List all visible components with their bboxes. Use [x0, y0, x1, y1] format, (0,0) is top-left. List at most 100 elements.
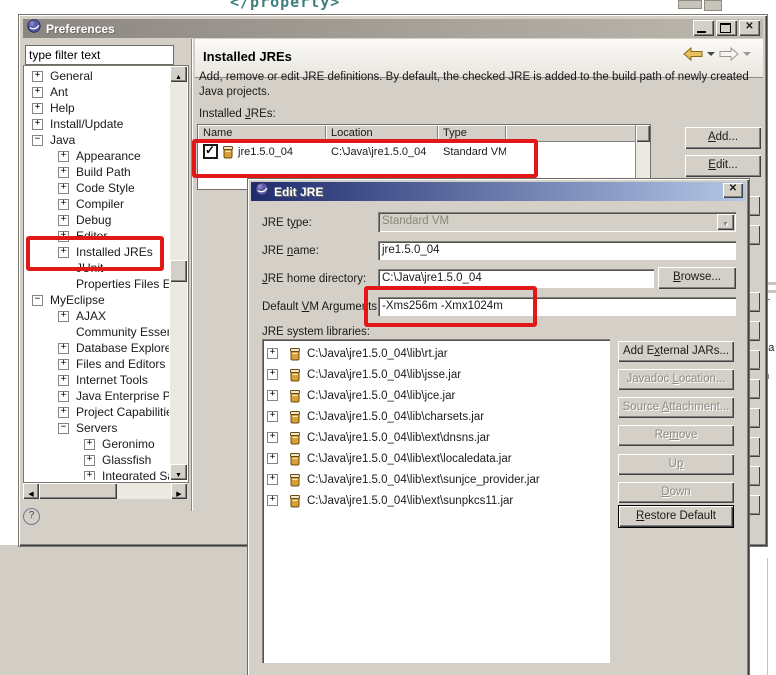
scrollbar-thumb[interactable] [170, 260, 187, 282]
tree-expander-icon[interactable] [267, 474, 278, 485]
scroll-right-icon[interactable] [171, 483, 187, 499]
tree-item-label: Properties Files Editor [76, 277, 169, 291]
tree-expander-icon[interactable] [58, 214, 69, 226]
tree-item-label: Install/Update [50, 117, 124, 131]
tree-item-label: Integrated Sandbox [102, 469, 169, 480]
tree-expander-icon[interactable] [267, 411, 278, 422]
tree-item-glassfish[interactable]: Glassfish [24, 452, 169, 468]
forward-history-dropdown-icon[interactable] [743, 52, 751, 56]
tree-item-compiler[interactable]: Compiler [24, 196, 169, 212]
jar-list-item[interactable]: C:\Java\jre1.5.0_04\lib\ext\sunpkcs11.ja… [262, 490, 610, 511]
jar-list-item[interactable]: C:\Java\jre1.5.0_04\lib\ext\localedata.j… [262, 448, 610, 469]
tree-item-build-path[interactable]: Build Path [24, 164, 169, 180]
filter-input[interactable] [25, 45, 174, 65]
button-remove[interactable]: Remove [618, 425, 734, 446]
tree-item-label: Servers [76, 421, 118, 435]
jre-type-value: Standard VM [382, 215, 450, 227]
tree-item-install-update[interactable]: Install/Update [24, 116, 169, 132]
jar-list-item[interactable]: C:\Java\jre1.5.0_04\lib\ext\dnsns.jar [262, 427, 610, 448]
tree-expander-icon[interactable] [58, 198, 69, 210]
tree-expander-icon[interactable] [32, 134, 43, 146]
edit-jre-button[interactable]: Edit... [685, 155, 761, 177]
tree-item-appearance[interactable]: Appearance [24, 148, 169, 164]
tree-item-properties-files-editor[interactable]: Properties Files Editor [24, 276, 169, 292]
button-restore-default[interactable]: Restore Default [618, 505, 734, 528]
jar-list-item[interactable]: C:\Java\jre1.5.0_04\lib\jsse.jar [262, 364, 610, 385]
tree-expander-icon[interactable] [84, 438, 95, 450]
tree-expander-icon[interactable] [58, 358, 69, 370]
tree-expander-icon[interactable] [267, 390, 278, 401]
installed-jres-label: Installed JREs: [199, 108, 276, 120]
tree-item-project-capabilities[interactable]: Project Capabilities [24, 404, 169, 420]
back-arrow-icon[interactable] [683, 47, 703, 61]
tree-item-java[interactable]: Java [24, 132, 169, 148]
tree-expander-icon[interactable] [32, 294, 43, 306]
scrollbar-thumb[interactable] [39, 483, 117, 499]
tree-item-geronimo[interactable]: Geronimo [24, 436, 169, 452]
add-jre-button[interactable]: Add... [685, 127, 761, 149]
tree-expander-icon[interactable] [267, 453, 278, 464]
tree-expander-spacer [58, 279, 69, 290]
annotation-box-vm-arguments [364, 286, 537, 327]
jar-list-item[interactable]: C:\Java\jre1.5.0_04\lib\jce.jar [262, 385, 610, 406]
button-add-external-jars[interactable]: Add External JARs... [618, 341, 734, 362]
tree-vertical-scrollbar[interactable] [170, 66, 187, 480]
maximize-button[interactable] [716, 20, 737, 36]
tree-expander-icon[interactable] [267, 348, 278, 359]
help-icon[interactable]: ? [23, 508, 40, 525]
preferences-titlebar[interactable]: Preferences [23, 19, 763, 38]
tree-item-internet-tools[interactable]: Internet Tools [24, 372, 169, 388]
tree-item-help[interactable]: Help [24, 100, 169, 116]
tree-expander-icon[interactable] [84, 470, 95, 480]
tree-item-debug[interactable]: Debug [24, 212, 169, 228]
tree-expander-icon[interactable] [58, 422, 69, 434]
tree-item-community-essentials[interactable]: Community Essentials [24, 324, 169, 340]
jre-name-field[interactable]: jre1.5.0_04 [378, 241, 736, 260]
jar-list-item[interactable]: C:\Java\jre1.5.0_04\lib\charsets.jar [262, 406, 610, 427]
forward-arrow-icon[interactable] [719, 47, 739, 61]
tree-item-files-and-editors[interactable]: Files and Editors [24, 356, 169, 372]
scroll-down-icon[interactable] [170, 464, 187, 480]
tree-expander-icon[interactable] [32, 86, 43, 98]
tree-item-java-enterprise-project[interactable]: Java Enterprise Project [24, 388, 169, 404]
button-javadoc-location[interactable]: Javadoc Location... [618, 369, 734, 390]
jar-list-item[interactable]: C:\Java\jre1.5.0_04\lib\rt.jar [262, 343, 610, 364]
tree-expander-icon[interactable] [32, 102, 43, 114]
tree-expander-icon[interactable] [32, 70, 43, 82]
jar-list-item[interactable]: C:\Java\jre1.5.0_04\lib\ext\sunjce_provi… [262, 469, 610, 490]
tree-item-general[interactable]: General [24, 68, 169, 84]
scroll-up-icon[interactable] [170, 66, 187, 82]
tree-item-servers[interactable]: Servers [24, 420, 169, 436]
button-source-attachment[interactable]: Source Attachment... [618, 397, 734, 418]
back-history-dropdown-icon[interactable] [707, 52, 715, 56]
tree-item-ant[interactable]: Ant [24, 84, 169, 100]
tree-expander-icon[interactable] [58, 342, 69, 354]
tree-expander-icon[interactable] [267, 432, 278, 443]
tree-item-integrated-sandbox[interactable]: Integrated Sandbox [24, 468, 169, 480]
browse-button[interactable]: Browse... [658, 267, 736, 289]
button-down[interactable]: Down [618, 482, 734, 503]
tree-expander-icon[interactable] [32, 118, 43, 130]
scroll-left-icon[interactable] [23, 483, 39, 499]
tree-expander-icon[interactable] [58, 182, 69, 194]
edit-jre-titlebar[interactable]: Edit JRE [251, 182, 746, 201]
tree-expander-icon[interactable] [58, 374, 69, 386]
tree-expander-icon[interactable] [58, 406, 69, 418]
tree-expander-icon[interactable] [267, 495, 278, 506]
button-up[interactable]: Up [618, 454, 734, 475]
tree-expander-icon[interactable] [58, 310, 69, 322]
tree-expander-icon[interactable] [267, 369, 278, 380]
tree-item-myeclipse[interactable]: MyEclipse [24, 292, 169, 308]
tree-expander-icon[interactable] [84, 454, 95, 466]
close-button[interactable] [739, 20, 760, 36]
tree-item-ajax[interactable]: AJAX [24, 308, 169, 324]
minimize-button[interactable] [693, 20, 714, 36]
tree-expander-icon[interactable] [58, 150, 69, 162]
tree-horizontal-scrollbar[interactable] [23, 483, 187, 499]
jar-path-label: C:\Java\jre1.5.0_04\lib\jce.jar [307, 389, 456, 402]
tree-item-database-explorer[interactable]: Database Explorer [24, 340, 169, 356]
tree-expander-icon[interactable] [58, 166, 69, 178]
dialog-close-icon[interactable] [723, 183, 743, 198]
tree-expander-icon[interactable] [58, 390, 69, 402]
tree-item-code-style[interactable]: Code Style [24, 180, 169, 196]
